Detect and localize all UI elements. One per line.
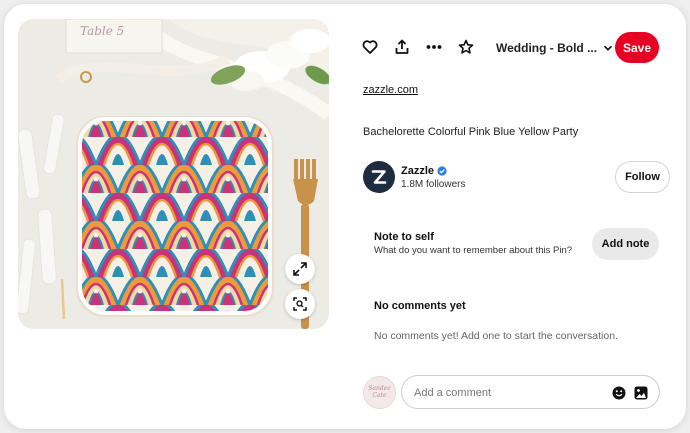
pin-photo: Table 5 — [18, 19, 329, 329]
add-note-button[interactable]: Add note — [592, 228, 659, 260]
save-button[interactable]: Save — [615, 32, 659, 63]
favorite-button[interactable] — [454, 35, 478, 59]
ellipsis-icon — [426, 45, 442, 49]
svg-text:Table 5: Table 5 — [80, 24, 124, 38]
user-avatar[interactable]: Sandee Cate — [363, 376, 396, 409]
emoji-icon — [612, 386, 626, 400]
share-button[interactable] — [390, 35, 414, 59]
heart-icon — [362, 40, 378, 54]
emoji-button[interactable] — [611, 385, 627, 401]
note-title: Note to self — [374, 231, 434, 243]
expand-icon — [293, 262, 307, 276]
zazzle-logo-icon — [371, 170, 387, 184]
verified-badge-icon — [437, 166, 447, 176]
star-icon — [458, 39, 474, 54]
comment-input[interactable] — [414, 384, 604, 402]
follower-count: 1.8M followers — [401, 179, 466, 190]
creator-avatar[interactable] — [363, 161, 395, 193]
comments-heading: No comments yet — [374, 300, 466, 312]
visual-search-button[interactable] — [285, 289, 315, 319]
source-link[interactable]: zazzle.com — [363, 84, 418, 96]
creator-name-row[interactable]: Zazzle — [401, 165, 447, 177]
like-button[interactable] — [358, 35, 382, 59]
pin-closeup-card: Table 5 Wedding - Bold ... Save zazzle.c… — [4, 4, 686, 429]
note-prompt: What do you want to remember about this … — [374, 245, 573, 256]
more-options-button[interactable] — [422, 35, 446, 59]
comment-box[interactable] — [401, 375, 660, 409]
comments-empty-text: No comments yet! Add one to start the co… — [374, 330, 618, 342]
board-name: Wedding - Bold ... — [496, 41, 598, 55]
creator-name: Zazzle — [401, 165, 435, 177]
user-avatar-text: Sandee Cate — [368, 384, 391, 399]
board-dropdown[interactable]: Wedding - Bold ... — [496, 37, 613, 59]
pin-title: Bachelorette Colorful Pink Blue Yellow P… — [363, 126, 579, 138]
lens-search-icon — [293, 297, 307, 311]
expand-button[interactable] — [285, 254, 315, 284]
image-icon — [634, 386, 648, 400]
pin-image[interactable]: Table 5 — [18, 19, 329, 329]
share-icon — [395, 39, 409, 54]
chevron-down-icon — [604, 45, 613, 51]
follow-button[interactable]: Follow — [615, 161, 670, 193]
attach-image-button[interactable] — [633, 385, 649, 401]
